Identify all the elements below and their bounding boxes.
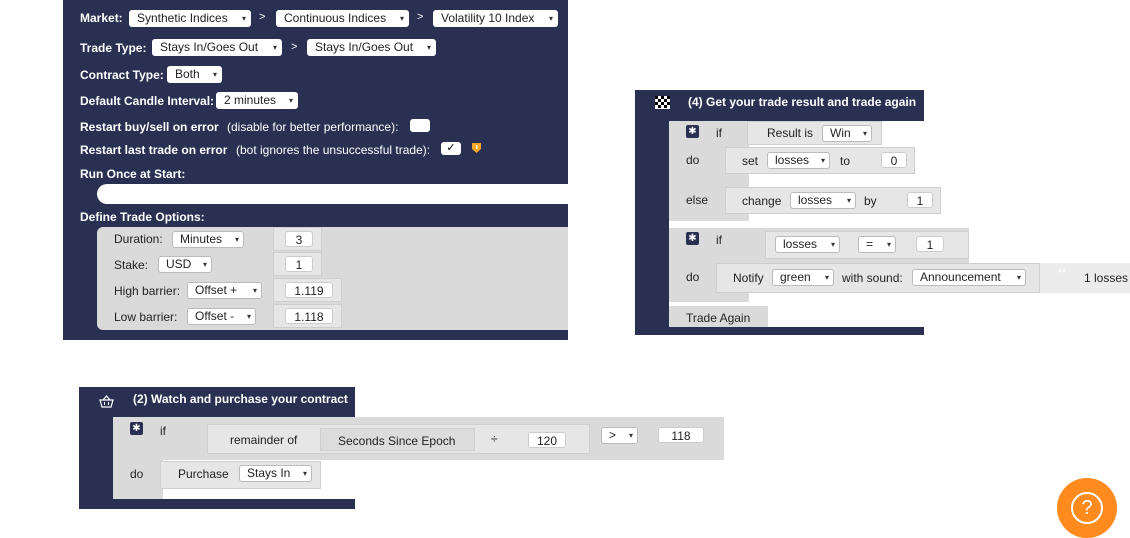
to-label: to <box>840 154 851 168</box>
set-label: set <box>742 154 759 168</box>
if-label: if <box>716 126 722 140</box>
help-button[interactable]: ? <box>1057 478 1117 538</box>
define-options-label: Define Trade Options: <box>80 210 205 224</box>
chevron-right-icon: > <box>417 11 424 23</box>
submarket-dropdown[interactable]: Continuous Indices <box>276 10 409 27</box>
duration-label: Duration: <box>114 232 163 246</box>
compare-operator-dropdown[interactable]: = <box>858 236 896 253</box>
stake-value-input[interactable]: 1 <box>285 256 313 272</box>
compare-operator-dropdown[interactable]: > <box>601 427 638 444</box>
quote-icon: “ <box>1058 264 1067 286</box>
compare-value-input[interactable]: 1 <box>916 236 944 252</box>
result-is-label: Result is <box>767 126 814 140</box>
do-label: do <box>130 467 144 481</box>
result-dropdown[interactable]: Win <box>822 125 872 142</box>
gear-icon[interactable]: ✱ <box>686 125 699 138</box>
duration-unit-dropdown[interactable]: Minutes <box>172 231 244 248</box>
set-variable-dropdown[interactable]: losses <box>767 152 830 169</box>
notify-color-dropdown[interactable]: green <box>772 269 834 286</box>
trade-type-category-dropdown[interactable]: Stays In/Goes Out <box>152 39 282 56</box>
duration-value-input[interactable]: 3 <box>285 231 313 247</box>
trade-again-label: Trade Again <box>686 311 751 325</box>
set-value-input[interactable]: 0 <box>881 152 907 168</box>
low-barrier-input[interactable]: 1.118 <box>285 308 333 324</box>
contract-type-label: Contract Type: <box>80 68 164 82</box>
change-value-input[interactable]: 1 <box>907 192 933 208</box>
gear-icon[interactable]: ✱ <box>130 422 143 435</box>
basket-icon <box>99 395 114 411</box>
restart-last-label: Restart last trade on error <box>80 143 228 157</box>
compare-value-input[interactable]: 118 <box>658 427 704 443</box>
market-label: Market: <box>80 11 123 25</box>
low-barrier-label: Low barrier: <box>114 310 178 324</box>
restart-last-hint: (bot ignores the unsuccessful trade): <box>236 143 431 157</box>
if-label: if <box>716 233 722 247</box>
divide-operator: ÷ <box>491 432 498 446</box>
chevron-right-icon: > <box>259 11 266 23</box>
gear-icon[interactable]: ✱ <box>686 232 699 245</box>
restart-error-checkbox[interactable] <box>410 119 430 132</box>
message-text[interactable]: 1 losses <box>1084 271 1128 285</box>
remainder-label: remainder of <box>230 433 298 447</box>
do-label: do <box>686 270 700 284</box>
low-barrier-type-dropdown[interactable]: Offset - <box>187 308 256 325</box>
symbol-dropdown[interactable]: Volatility 10 Index <box>433 10 558 27</box>
purchase-label: Purchase <box>178 467 229 481</box>
contract-type-dropdown[interactable]: Both <box>167 66 222 83</box>
market-dropdown[interactable]: Synthetic Indices <box>129 10 251 27</box>
change-label: change <box>742 194 782 208</box>
trade-type-dropdown[interactable]: Stays In/Goes Out <box>307 39 436 56</box>
stake-label: Stake: <box>114 258 149 272</box>
else-label: else <box>686 193 709 207</box>
purchase-block-title: (2) Watch and purchase your contract <box>133 392 348 406</box>
change-variable-dropdown[interactable]: losses <box>790 192 856 209</box>
sound-dropdown[interactable]: Announcement <box>912 269 1026 286</box>
do-label: do <box>686 153 700 167</box>
restart-error-label: Restart buy/sell on error <box>80 120 219 134</box>
notify-label: Notify <box>733 271 764 285</box>
high-barrier-type-dropdown[interactable]: Offset + <box>187 282 262 299</box>
restart-error-hint: (disable for better performance): <box>227 120 399 134</box>
seconds-epoch-label: Seconds Since Epoch <box>338 434 456 448</box>
run-once-label: Run Once at Start: <box>80 167 186 181</box>
warning-icon <box>471 142 482 157</box>
purchase-type-dropdown[interactable]: Stays In <box>239 465 312 482</box>
restart-last-checkbox[interactable]: ✓ <box>441 142 461 155</box>
candle-interval-label: Default Candle Interval: <box>80 94 215 108</box>
currency-dropdown[interactable]: USD <box>158 256 212 273</box>
after-purchase-title: (4) Get your trade result and trade agai… <box>688 95 917 109</box>
chevron-right-icon: > <box>291 41 298 53</box>
trade-type-label: Trade Type: <box>80 41 147 55</box>
if-label: if <box>160 424 166 438</box>
candle-interval-dropdown[interactable]: 2 minutes <box>216 92 298 109</box>
flag-icon <box>655 96 670 112</box>
high-barrier-input[interactable]: 1.119 <box>285 282 333 298</box>
run-once-slot[interactable] <box>97 184 568 204</box>
high-barrier-label: High barrier: <box>114 284 181 298</box>
with-sound-label: with sound: <box>842 271 903 285</box>
compare-variable-dropdown[interactable]: losses <box>775 236 840 253</box>
divisor-input[interactable]: 120 <box>528 432 566 448</box>
help-icon: ? <box>1071 492 1103 524</box>
by-label: by <box>864 194 877 208</box>
